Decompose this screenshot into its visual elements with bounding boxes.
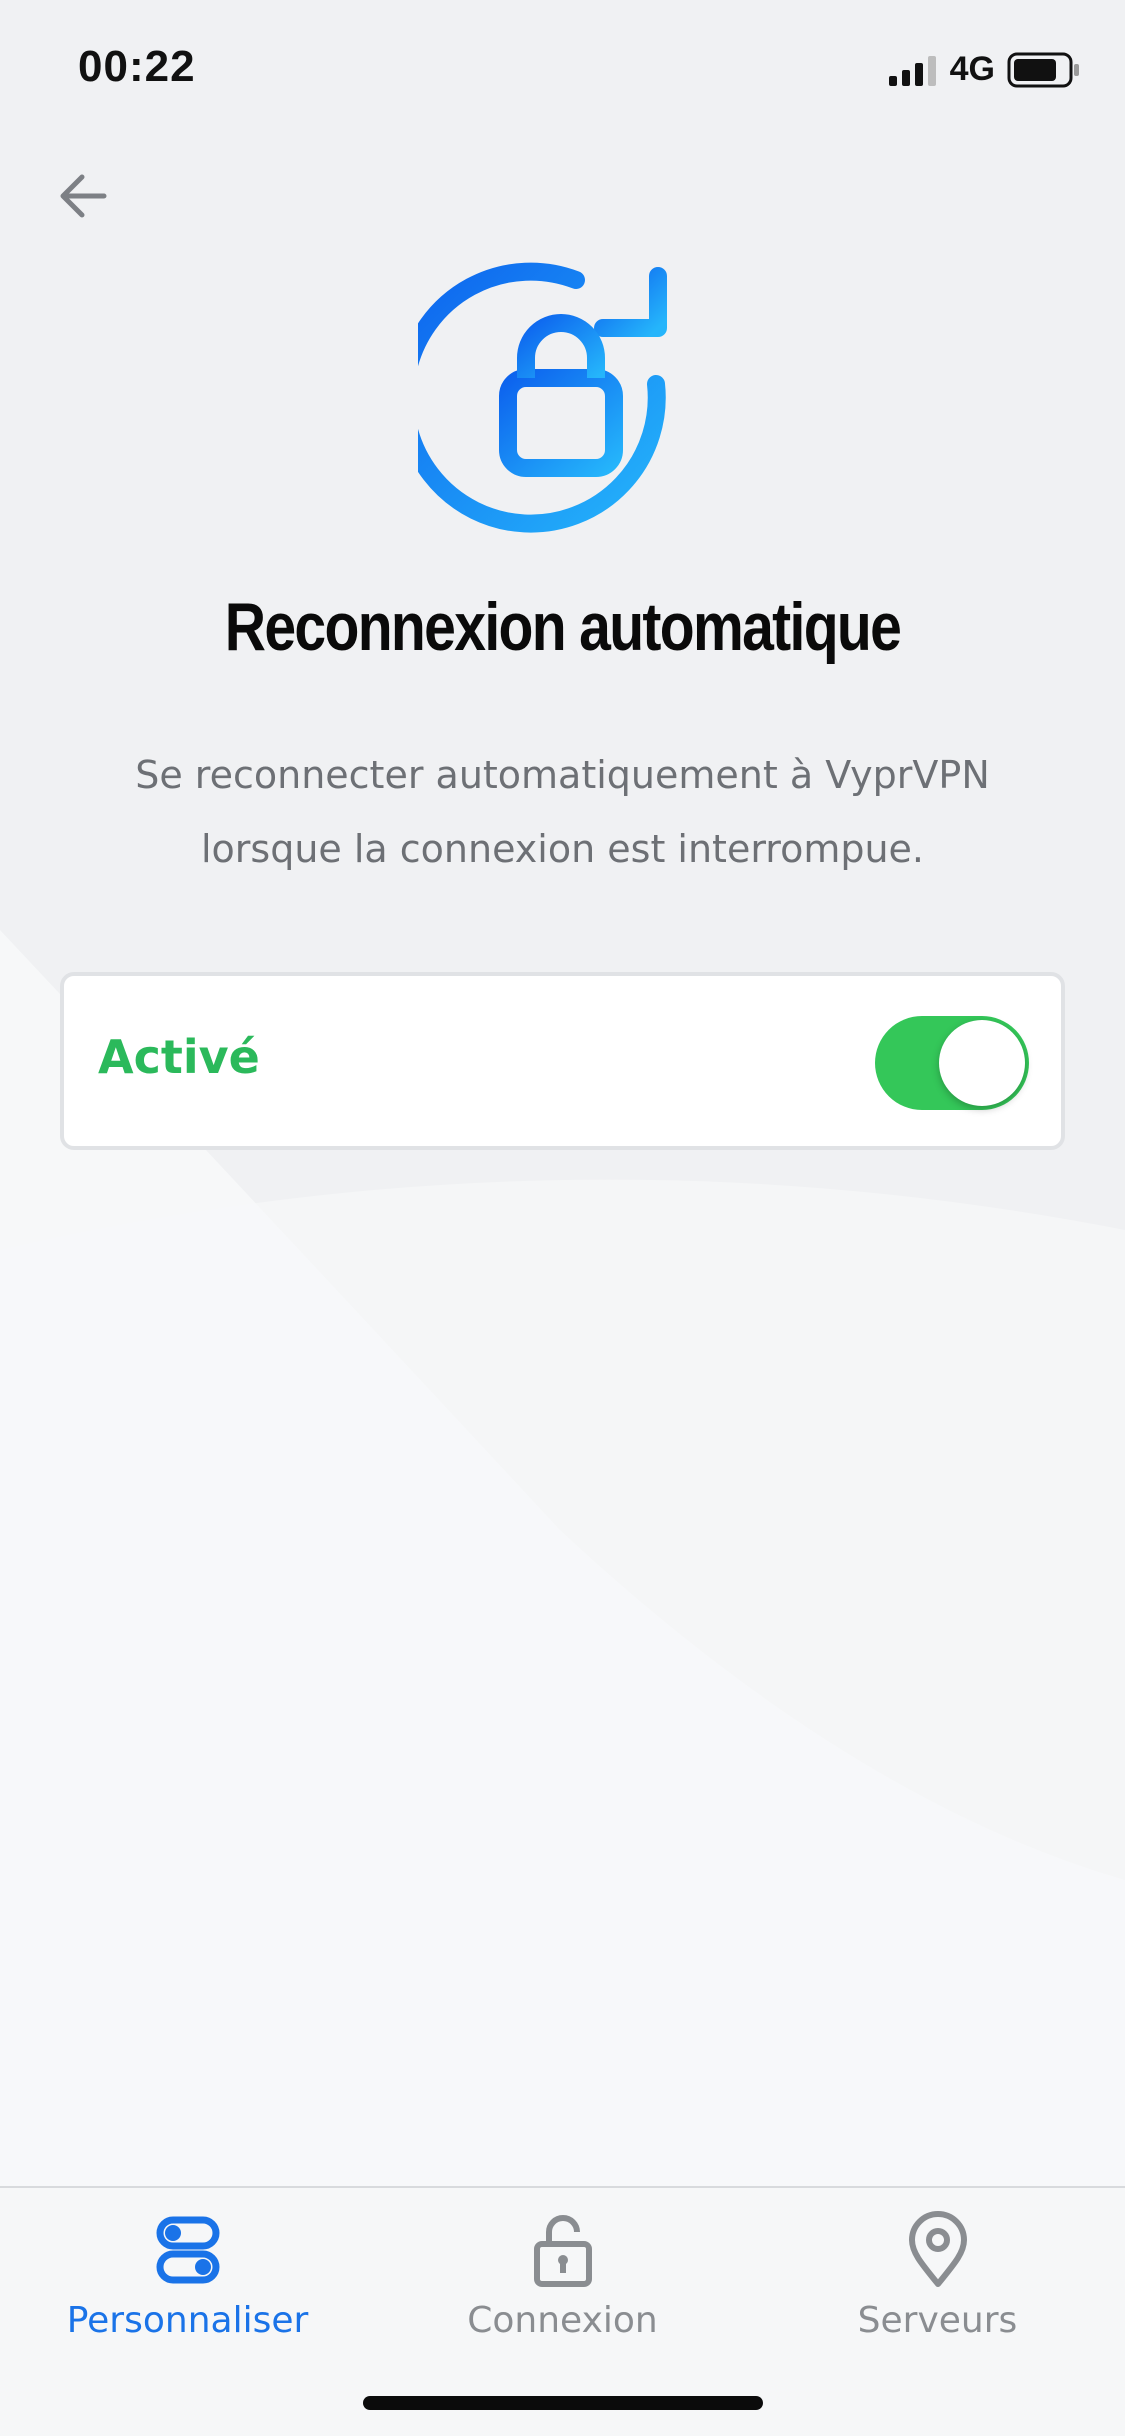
signal-icon: [888, 54, 936, 86]
tab-bar: Personnaliser Connexion Serveurs: [0, 2186, 1125, 2436]
arrow-left-icon: [60, 174, 107, 218]
tab-serveurs[interactable]: Serveurs: [750, 2188, 1125, 2368]
tab-connexion[interactable]: Connexion: [375, 2188, 750, 2368]
page-description: Se reconnecter automatiquement à VyprVPN…: [135, 753, 990, 871]
status-time: 00:22: [78, 42, 196, 91]
tab-label: Connexion: [467, 2300, 658, 2341]
page-title: Reconnexion automatique: [224, 589, 902, 665]
toggle-knob: [939, 1020, 1025, 1106]
tab-label: Serveurs: [857, 2300, 1018, 2341]
status-indicators: 4G: [888, 50, 1081, 89]
auto-reconnect-setting-card: Activé: [60, 972, 1065, 1150]
home-indicator: [363, 2396, 763, 2410]
back-button[interactable]: [50, 160, 120, 230]
lock-refresh-icon: [395, 258, 708, 548]
toggles-icon: [156, 2216, 219, 2284]
battery-icon: [1007, 52, 1079, 87]
tab-label: Personnaliser: [66, 2300, 309, 2341]
auto-reconnect-toggle[interactable]: [875, 1016, 1029, 1110]
lock-icon: [533, 2215, 592, 2287]
status-bar: 00:22 4G: [0, 0, 1125, 140]
location-pin-icon: [908, 2211, 967, 2287]
network-type: 4G: [949, 50, 995, 88]
tab-personnaliser[interactable]: Personnaliser: [0, 2188, 375, 2368]
setting-status-label: Activé: [98, 1030, 260, 1084]
